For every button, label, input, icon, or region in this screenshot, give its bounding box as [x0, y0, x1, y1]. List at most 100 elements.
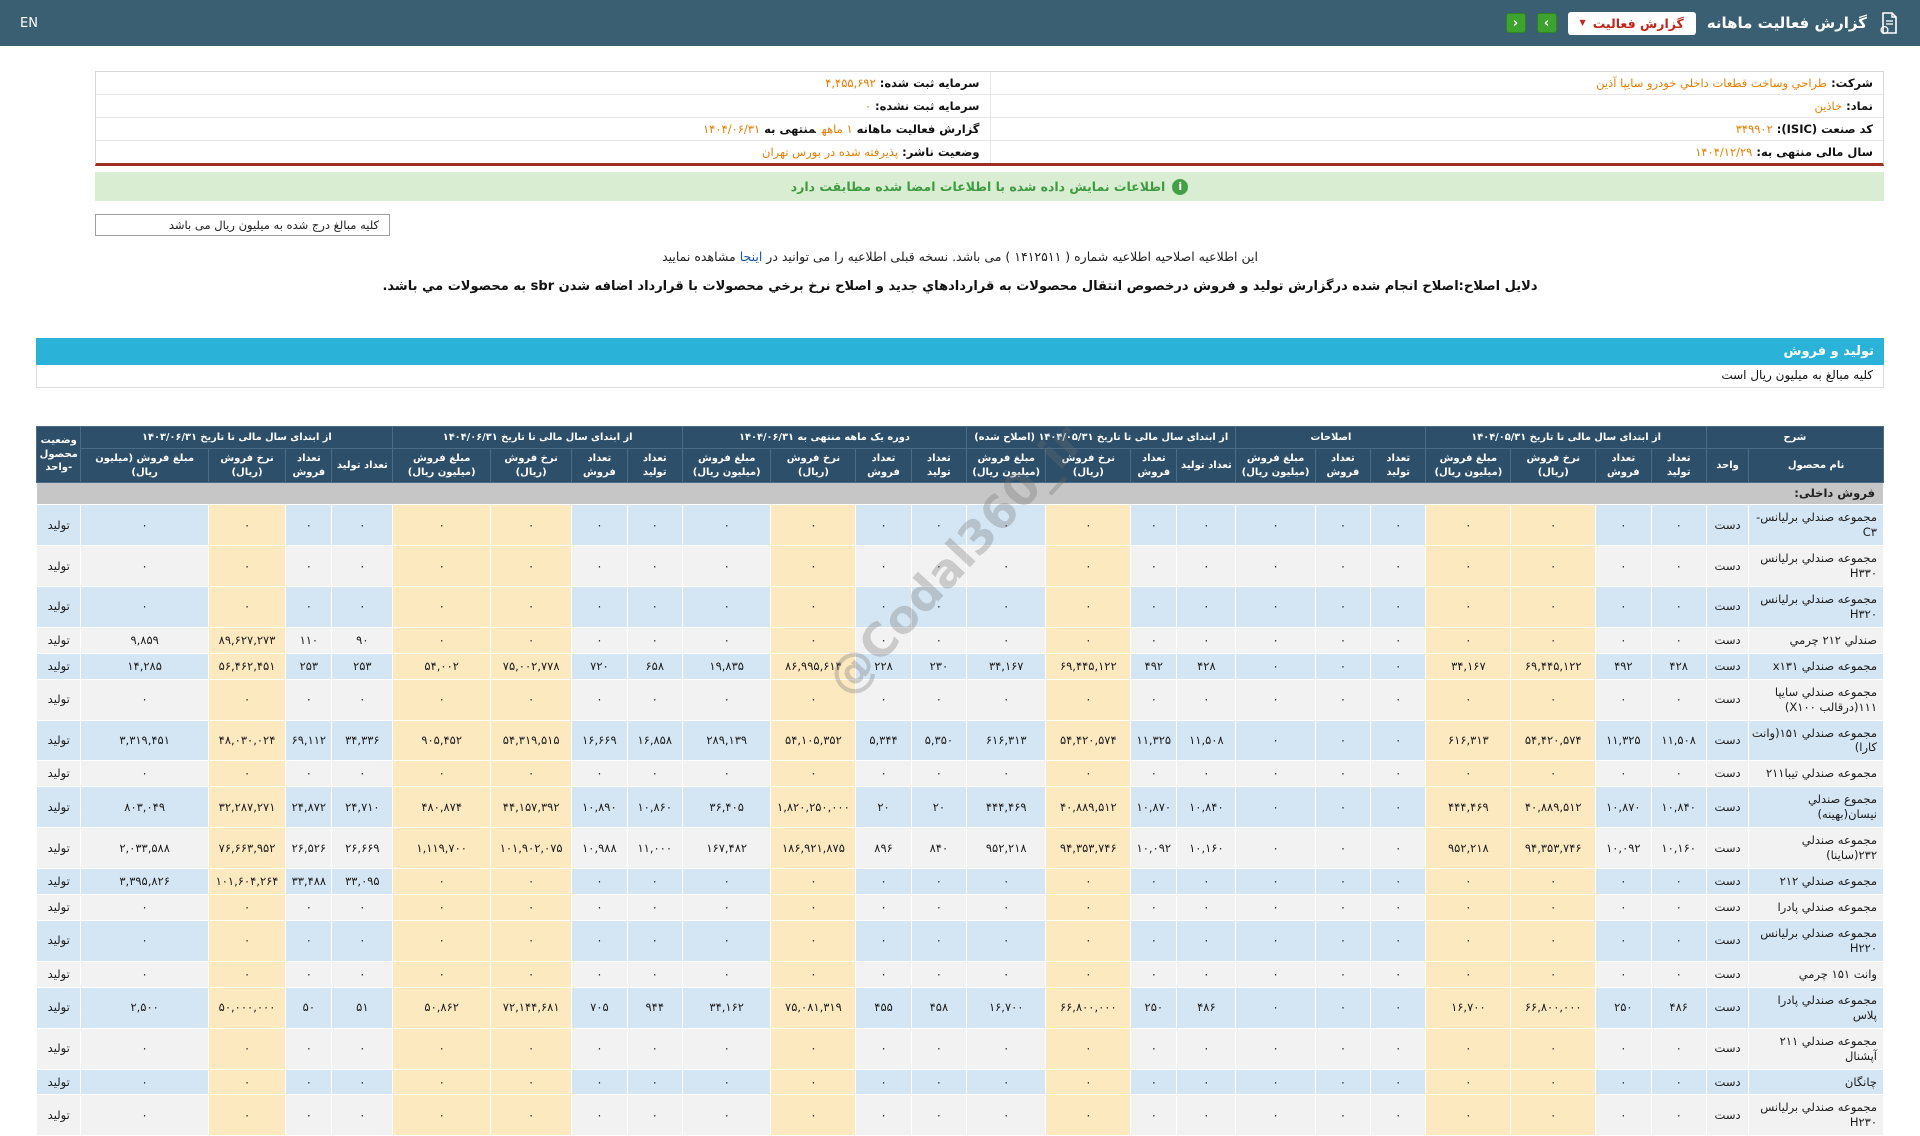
cell: ۰ [1370, 760, 1427, 788]
cell: ۰ [855, 919, 912, 962]
cell: ۶۹,۱۱۲ [285, 719, 333, 762]
cell: ۰ [207, 960, 287, 988]
page: گزارش فعالیت ماهانه گزارش فعالیت ▼ › ‹ E… [0, 0, 1920, 1136]
cell: دست [1705, 545, 1750, 587]
cell: ۰ [1235, 678, 1316, 721]
cell: ۰ [1130, 894, 1178, 921]
cell: ۰ [681, 626, 772, 654]
cell: ۰ [1176, 960, 1237, 988]
cell: ۰ [490, 1068, 573, 1096]
table-row: وانت ۱۵۱ چرمي دست ۰ ۰ ۰ ۰ ۰ ۰ ۰ ۰ ۰ ۰ ۰ ۰ ۰ ۰ ۰ ۰ ۰ ۰ ۰ ۰ ۰ ۰ ۰ ت… [35, 960, 1884, 988]
cell: ۹۵۲,۲۱۸ [1425, 827, 1512, 870]
status-column-header: وضعیت محصول-واحد [35, 425, 82, 484]
cell: ۰ [681, 678, 772, 721]
cell: ۲۲۸ [855, 652, 912, 680]
table-row: مجموعه صندلي ۲۱۲ دست ۰ ۰ ۰ ۰ ۰ ۰ ۰ ۰ ۰ ۰ ۰ ۰ ۰ ۰ ۰ ۰ ۰ ۰ ۰ ۳۳… [35, 868, 1884, 896]
product-name-cell: مجموع صندلي نيسان(بهينه) [1748, 786, 1884, 829]
cell: ۰ [571, 919, 628, 962]
cell: ۰ [571, 504, 628, 547]
cell: ۰ [1045, 868, 1132, 896]
table-row: مجموعه صندلي برليانس H۳۳۰ دست ۰ ۰ ۰ ۰ ۰ ۰ ۰ ۰ ۰ ۰ ۰ ۰… [35, 545, 1884, 587]
cell: ۲۴,۷۱۰ [331, 786, 394, 829]
cell: ۰ [1235, 868, 1316, 896]
column-group-6: از ابتدای سال مالی تا تاریخ ۱۴۰۳/۰۶/۳۱ [80, 425, 394, 450]
cell: ۰ [80, 545, 209, 587]
cell: ۰ [571, 626, 628, 654]
cell: ۰ [1425, 1068, 1512, 1096]
cell: ۰ [1176, 626, 1237, 654]
cell: ۰ [1130, 504, 1178, 547]
prev-report-button[interactable]: ‹ [1505, 13, 1526, 33]
cell: ۰ [1314, 1094, 1372, 1136]
cell: ۰ [1370, 1068, 1427, 1096]
cell: ۰ [80, 960, 209, 988]
cell: ۵,۳۵۰ [910, 719, 968, 762]
cell: ۰ [1425, 545, 1512, 587]
cell: ۰ [285, 1068, 333, 1096]
cell: ۰ [855, 545, 912, 587]
cell: ۸۹۶ [855, 827, 912, 870]
cell: ۰ [1045, 894, 1132, 921]
cell: ۰ [1235, 504, 1316, 547]
cell: ۵۰,۸۶۲ [392, 986, 492, 1029]
cell: ۰ [1235, 960, 1316, 988]
cell: دست [1705, 986, 1750, 1029]
cell: ۰ [1595, 868, 1652, 896]
cell: ۰ [1314, 719, 1372, 762]
cell: ۰ [855, 585, 912, 628]
cell: ۰ [331, 960, 394, 988]
cell: ۱۶۷,۴۸۲ [681, 827, 772, 870]
cell: ۰ [681, 545, 772, 587]
cell: ۱۱,۵۰۸ [1176, 719, 1237, 762]
cell: ۰ [80, 919, 209, 962]
cell: ۰ [626, 585, 683, 628]
cell: ۵۴,۱۰۵,۳۵۲ [770, 719, 857, 762]
column-header: تعداد فروش [285, 448, 333, 484]
cell: ۴۲۸ [1176, 652, 1237, 680]
cell: ۰ [626, 919, 683, 962]
column-header: نرخ فروش (ریال) [770, 448, 857, 484]
cell: ۰ [331, 760, 394, 788]
previous-announcement-link[interactable]: اینجا [740, 249, 763, 264]
next-report-button[interactable]: › [1536, 13, 1557, 33]
report-type-dropdown[interactable]: گزارش فعالیت ▼ [1567, 11, 1696, 35]
cell: تولید [35, 678, 82, 721]
cell: ۰ [1650, 1094, 1707, 1136]
table-row: مجموعه صندلي برليانس H۳۲۰ دست ۰ ۰ ۰ ۰ ۰ ۰ ۰ ۰ ۰ ۰ ۰ ۰… [35, 585, 1884, 628]
language-toggle[interactable]: EN [20, 16, 38, 31]
chevron-down-icon: ▼ [1579, 18, 1586, 27]
production-sales-section-bar: تولید و فروش [36, 338, 1884, 365]
cell: ۰ [855, 1027, 912, 1070]
cell: تولید [35, 719, 82, 762]
info-icon: i [1172, 178, 1189, 195]
cell: ۰ [770, 545, 857, 587]
table-row: مجموعه صندلي ۱۵۱(وانت کارا) دست ۱۱,۵۰۸ ۱۱,۳… [35, 719, 1884, 762]
cell: ۰ [910, 504, 968, 547]
cell: ۰ [207, 1027, 287, 1070]
cell: ۰ [1176, 1094, 1237, 1136]
cell: ۰ [770, 1027, 857, 1070]
table-row: مجموعه صندلي ۲۱۱ آپشنال دست ۰ ۰ ۰ ۰ ۰ ۰ ۰ ۰ ۰ ۰ ۰ ۰ ۰ ۰… [35, 1027, 1884, 1070]
monthly-report-icon[interactable] [1878, 11, 1900, 35]
cell: ۹۵۲,۲۱۸ [966, 827, 1047, 870]
cell: ۱۰,۸۴۰ [1650, 786, 1707, 829]
cell: ۰ [571, 545, 628, 587]
cell: ۰ [1314, 626, 1372, 654]
cell: ۰ [910, 545, 968, 587]
cell: ۰ [1510, 894, 1597, 921]
column-group-0: شرح [1705, 425, 1885, 450]
cell: ۰ [285, 1094, 333, 1136]
section-row: فروش داخلی: [36, 482, 1884, 506]
cell: ۰ [490, 868, 573, 896]
cell: ۰ [80, 894, 209, 921]
cell: ۰ [966, 960, 1047, 988]
cell: ۵۴,۳۱۹,۵۱۵ [490, 719, 573, 762]
cell: ۰ [1045, 1094, 1132, 1136]
cell: ۴۲۸ [1650, 652, 1707, 680]
cell: ۰ [1425, 894, 1512, 921]
cell: دست [1705, 1068, 1750, 1096]
cell: ۰ [1425, 1094, 1512, 1136]
report-header-table: شرکت:طراحي وساخت قطعات داخلي خودرو سايپا… [95, 71, 1884, 166]
cell: ۰ [1235, 1027, 1316, 1070]
column-header: نرخ فروش (ریال) [490, 448, 573, 484]
